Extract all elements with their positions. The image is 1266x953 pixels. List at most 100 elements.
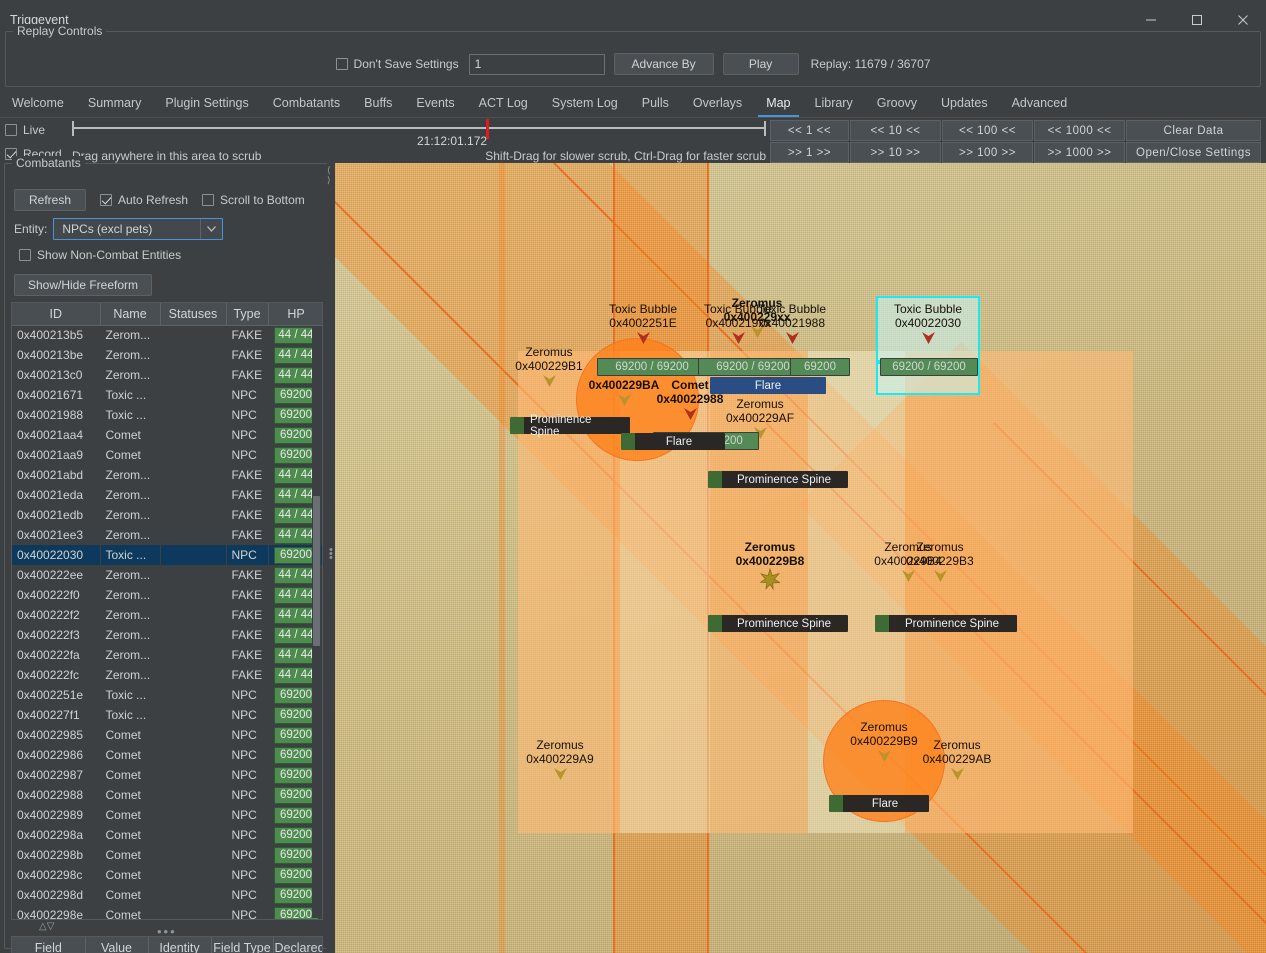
table-row[interactable]: 0x400222fc Zerom... FAKE 44 / 44: [12, 665, 322, 685]
table-row[interactable]: 0x40022986 Comet NPC 69200: [12, 745, 322, 765]
cell-type: FAKE: [231, 328, 263, 343]
map-entity-zeromus-a9[interactable]: Zeromus 0x400229A9: [505, 738, 615, 783]
tab-act-log[interactable]: ACT Log: [467, 89, 540, 117]
tab-buffs[interactable]: Buffs: [352, 89, 404, 117]
table-row[interactable]: 0x4002298a Comet NPC 69200: [12, 825, 322, 845]
tab-combatants[interactable]: Combatants: [261, 89, 352, 117]
map-hp-bar-selected: 69200 / 69200: [880, 358, 978, 376]
nav-button-100[interactable]: >> 100 >>: [942, 142, 1033, 163]
table-row[interactable]: 0x40021988 Toxic ... NPC 69200: [12, 405, 322, 425]
map-entity-zeromus-b8[interactable]: Zeromus 0x400229B8: [705, 540, 835, 590]
column-header-type[interactable]: Type: [226, 303, 269, 326]
live-checkbox[interactable]: Live: [5, 120, 45, 140]
field-column-header-field[interactable]: Field: [12, 937, 86, 953]
combatants-table-wrapper[interactable]: ID Name Statuses Type HP 0x400213b5 Zerom... F…: [11, 302, 323, 920]
tab-map[interactable]: Map: [754, 89, 802, 117]
advance-by-input[interactable]: [468, 53, 605, 75]
table-row[interactable]: 0x4002251e Toxic ... NPC 69200: [12, 685, 322, 705]
table-row[interactable]: 0x40021edb Zerom... FAKE 44 / 44: [12, 505, 322, 525]
field-column-header-value[interactable]: Value: [85, 937, 149, 953]
table-row[interactable]: 0x400222fa Zerom... FAKE 44 / 44: [12, 645, 322, 665]
cell-id: 0x400222f3: [17, 628, 80, 642]
map-entity-zeromus-ab[interactable]: Zeromus 0x400229AB: [902, 738, 1012, 783]
panel-collapse-chevrons[interactable]: △▽: [39, 921, 54, 932]
column-header-hp[interactable]: HP: [268, 303, 322, 326]
entity-name: Zeromus: [536, 738, 584, 752]
table-row[interactable]: 0x40021eda Zerom... FAKE 44 / 44: [12, 485, 322, 505]
cell-name: Zerom...: [105, 508, 151, 522]
tab-welcome[interactable]: Welcome: [0, 89, 76, 117]
dont-save-settings-checkbox[interactable]: Don't Save Settings: [335, 57, 459, 71]
field-detail-table-wrapper[interactable]: FieldValueIdentityField TypeDeclared...: [11, 936, 323, 953]
tab-library[interactable]: Library: [803, 89, 865, 117]
combatants-scrollbar[interactable]: [312, 326, 321, 918]
table-row[interactable]: 0x400213c0 Zerom... FAKE 44 / 44: [12, 365, 322, 385]
map-view[interactable]: Toxic Bubble 0x4002251E Toxic Bubble 0x4…: [335, 163, 1266, 953]
table-row[interactable]: 0x40022988 Comet NPC 69200: [12, 785, 322, 805]
table-row[interactable]: 0x4002298c Comet NPC 69200: [12, 865, 322, 885]
tab-groovy[interactable]: Groovy: [865, 89, 929, 117]
table-row[interactable]: 0x400222f2 Zerom... FAKE 44 / 44: [12, 605, 322, 625]
table-row[interactable]: 0x40021aa4 Comet NPC 69200: [12, 425, 322, 445]
table-row[interactable]: 0x400227f1 Toxic ... NPC 69200: [12, 705, 322, 725]
table-row[interactable]: 0x400222f0 Zerom... FAKE 44 / 44: [12, 585, 322, 605]
table-row[interactable]: 0x40022985 Comet NPC 69200: [12, 725, 322, 745]
field-column-header-identity[interactable]: Identity: [148, 937, 212, 953]
nav-button-10[interactable]: >> 10 >>: [850, 142, 941, 163]
table-row[interactable]: 0x4002298b Comet NPC 69200: [12, 845, 322, 865]
table-row[interactable]: 0x400222ee Zerom... FAKE 44 / 44: [12, 565, 322, 585]
tab-updates[interactable]: Updates: [929, 89, 1000, 117]
table-row[interactable]: 0x40021abd Zerom... FAKE 44 / 44: [12, 465, 322, 485]
field-column-header-declared[interactable]: Declared...: [273, 937, 322, 953]
cell-id: 0x40021edb: [17, 508, 84, 522]
show-hide-freeform-button[interactable]: Show/Hide Freeform: [14, 274, 152, 296]
column-header-id[interactable]: ID: [12, 303, 101, 326]
tab-overlays[interactable]: Overlays: [681, 89, 754, 117]
tab-system-log[interactable]: System Log: [540, 89, 630, 117]
nav-button-1[interactable]: << 1 <<: [770, 120, 849, 141]
map-entity-toxic-bubble-selected[interactable]: Toxic Bubble 0x40022030: [858, 302, 998, 347]
table-row[interactable]: 0x400222f3 Zerom... FAKE 44 / 44: [12, 625, 322, 645]
play-button[interactable]: Play: [722, 53, 799, 75]
tab-summary[interactable]: Summary: [76, 89, 153, 117]
map-entity-zeromus-b3[interactable]: Zeromus 0x400229B3: [885, 540, 995, 585]
table-row[interactable]: 0x400213be Zerom... FAKE 44 / 44: [12, 345, 322, 365]
map-entity-toxic-bubble-3[interactable]: Toxic Bubble 0x40021988: [722, 302, 862, 347]
tab-pulls[interactable]: Pulls: [630, 89, 681, 117]
nav-button-1000[interactable]: << 1000 <<: [1034, 120, 1125, 141]
field-column-header-field-type[interactable]: Field Type: [211, 937, 274, 953]
table-row[interactable]: 0x400213b5 Zerom... FAKE 44 / 44: [12, 325, 322, 345]
cell-id: 0x40022987: [17, 768, 84, 782]
scrollbar-thumb[interactable]: [313, 496, 320, 646]
show-noncombat-checkbox[interactable]: Show Non-Combat Entities: [19, 248, 181, 262]
column-header-statuses[interactable]: Statuses: [160, 303, 227, 326]
nav-button-open-close-settings[interactable]: Open/Close Settings: [1126, 142, 1261, 163]
table-row[interactable]: 0x40022030 Toxic ... NPC 69200: [12, 545, 322, 565]
nav-button-1[interactable]: >> 1 >>: [770, 142, 849, 163]
refresh-button[interactable]: Refresh: [14, 189, 86, 211]
table-row[interactable]: 0x40021aa9 Comet NPC 69200: [12, 445, 322, 465]
tab-plugin-settings[interactable]: Plugin Settings: [153, 89, 260, 117]
table-row[interactable]: 0x4002298e Comet NPC 69200: [12, 905, 322, 919]
tab-advanced[interactable]: Advanced: [1000, 89, 1080, 117]
column-header-name[interactable]: Name: [100, 303, 161, 326]
scrub-timeline[interactable]: 21:12:01.172 Drag anywhere in this area …: [72, 119, 766, 163]
table-row[interactable]: 0x40022989 Comet NPC 69200: [12, 805, 322, 825]
table-row[interactable]: 0x40022987 Comet NPC 69200: [12, 765, 322, 785]
table-row[interactable]: 0x40021671 Toxic ... NPC 69200: [12, 385, 322, 405]
nav-button-clear-data[interactable]: Clear Data: [1126, 120, 1261, 141]
cell-name: Comet: [105, 748, 141, 762]
panel-splitter[interactable]: ⟨ ⟩ • • •: [327, 163, 335, 949]
tab-events[interactable]: Events: [404, 89, 466, 117]
entity-filter-select[interactable]: NPCs (excl pets): [53, 218, 224, 240]
table-row[interactable]: 0x40021ee3 Zerom... FAKE 44 / 44: [12, 525, 322, 545]
nav-button-10[interactable]: << 10 <<: [850, 120, 941, 141]
splitter-arrows-icon[interactable]: ⟨ ⟩: [327, 165, 331, 185]
cell-type: NPC: [231, 708, 257, 722]
auto-refresh-checkbox[interactable]: Auto Refresh: [100, 193, 188, 207]
nav-button-1000[interactable]: >> 1000 >>: [1034, 142, 1125, 163]
nav-button-100[interactable]: << 100 <<: [942, 120, 1033, 141]
table-row[interactable]: 0x4002298d Comet NPC 69200: [12, 885, 322, 905]
scroll-to-bottom-checkbox[interactable]: Scroll to Bottom: [202, 193, 305, 207]
advance-by-button[interactable]: Advance By: [613, 53, 714, 75]
